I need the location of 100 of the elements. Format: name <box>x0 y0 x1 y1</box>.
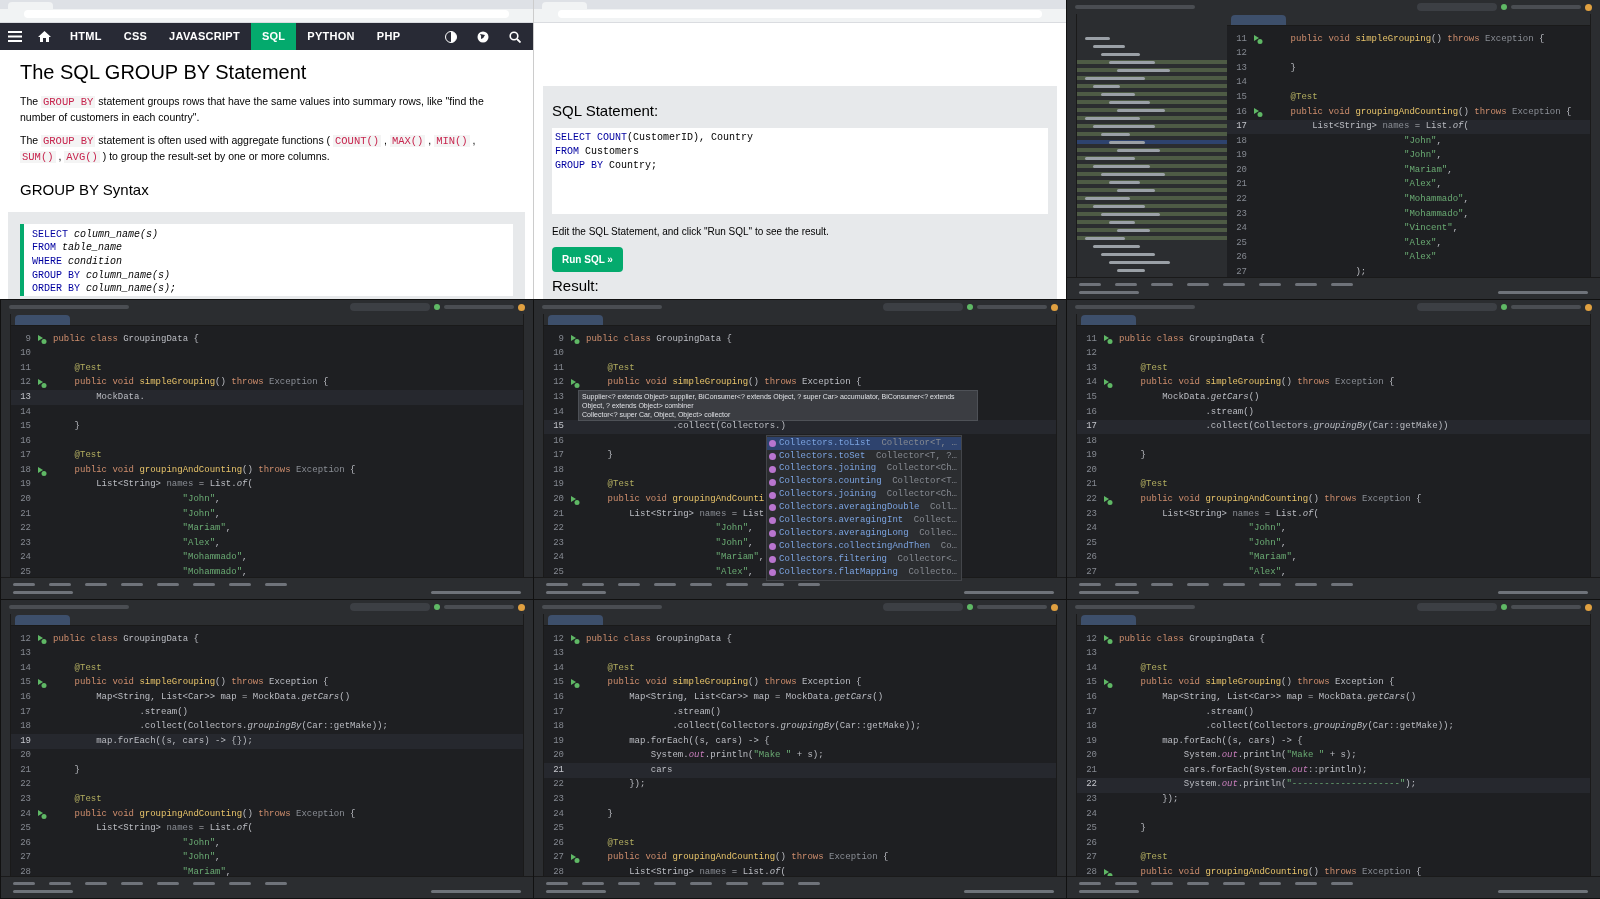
line-number: 17 <box>552 449 564 463</box>
run-icon[interactable] <box>1103 867 1113 876</box>
completion-item[interactable]: Collectors.filtering Collector<… <box>767 553 961 566</box>
line-number: 27 <box>1085 566 1097 577</box>
run-icon[interactable] <box>1103 494 1113 505</box>
run-icon[interactable] <box>570 678 580 689</box>
nav-link[interactable]: PYTHON <box>296 23 366 50</box>
line-number: 27 <box>552 851 564 865</box>
run-icon[interactable] <box>1253 107 1263 118</box>
line-number: 12 <box>552 376 564 390</box>
code-line: public void groupingAndCounting() throws Exception { <box>1139 866 1422 876</box>
run-icon[interactable] <box>37 809 47 820</box>
code-line: "Mohammado", <box>181 566 248 577</box>
code-line: public void simpleGrouping() throws Exception { <box>1289 32 1545 46</box>
run-icon[interactable] <box>37 678 47 689</box>
completion-type: Collect… <box>913 514 958 528</box>
line-number: 17 <box>19 449 31 463</box>
line-number: 16 <box>552 434 564 448</box>
line-number: 14 <box>19 405 31 419</box>
line-number: 22 <box>552 778 564 792</box>
code-line: FROM table_name <box>32 241 124 255</box>
code-line: public void groupingAndCounting() throws Exception { <box>606 851 889 865</box>
line-number: 13 <box>552 390 564 404</box>
run-icon[interactable] <box>1103 378 1113 389</box>
menu-icon[interactable] <box>8 31 22 42</box>
line-number: 12 <box>552 632 564 646</box>
contrast-icon[interactable] <box>445 30 457 43</box>
project-tree[interactable] <box>1077 14 1227 277</box>
line-number: 24 <box>19 551 31 565</box>
completion-item[interactable]: Collectors.joining Collector<Ch… <box>767 488 961 502</box>
line-number: 13 <box>1085 361 1097 375</box>
nav-link[interactable]: JAVASCRIPT <box>158 23 251 50</box>
code-line: "John", <box>181 493 221 507</box>
line-number: 26 <box>552 836 564 850</box>
completion-item[interactable]: Collectors.toList Collector<T, … <box>767 437 961 450</box>
completion-item[interactable]: Collectors.averagingInt Collect… <box>767 514 961 528</box>
line-number: 19 <box>19 734 31 748</box>
line-number: 15 <box>1235 90 1247 104</box>
code-line: List<String> names = List.of( <box>628 866 786 876</box>
code-line: } <box>606 807 613 821</box>
code-line: Map<String, List<Car>> map = MockData.getCars() <box>95 690 351 704</box>
line-number: 15 <box>1085 676 1097 690</box>
completion-item[interactable]: Collectors.flatMapping Collecto… <box>767 565 961 579</box>
nav-link[interactable]: SQL <box>250 23 297 50</box>
line-number: 22 <box>19 778 31 792</box>
run-icon[interactable] <box>1103 678 1113 689</box>
run-icon[interactable] <box>1103 334 1113 345</box>
run-icon[interactable] <box>37 334 47 345</box>
line-number: 24 <box>552 807 564 821</box>
run-icon[interactable] <box>570 853 580 864</box>
nav-link[interactable]: PHP <box>365 23 412 50</box>
run-icon[interactable] <box>570 378 580 389</box>
code-line: @Test <box>73 661 102 675</box>
line-number: 10 <box>552 347 564 361</box>
run-icon[interactable] <box>570 494 580 505</box>
instruction-text: Edit the SQL Statement, and click "Run SQL" to see the result. <box>552 224 829 239</box>
home-icon[interactable] <box>38 31 51 42</box>
completion-item[interactable]: Collectors.toSet Collector<T, ?… <box>767 449 961 463</box>
code-line: @Test <box>73 361 102 375</box>
line-number: 23 <box>1235 207 1247 221</box>
run-sql-button[interactable]: Run SQL » <box>552 246 623 272</box>
run-icon[interactable] <box>1253 34 1263 45</box>
line-number: 25 <box>19 822 31 836</box>
completion-item[interactable]: Collectors.averagingDouble Coll… <box>767 501 961 515</box>
line-number: 25 <box>552 822 564 836</box>
completion-name: Collectors.counting <box>779 475 882 489</box>
line-number: 21 <box>19 507 31 521</box>
code-line: public class GroupingData { <box>1119 332 1265 346</box>
code-line: List<String> names = List <box>628 507 765 521</box>
line-number: 19 <box>552 734 564 748</box>
run-icon[interactable] <box>1103 634 1113 645</box>
completion-item[interactable]: Collectors.counting Collector<T… <box>767 475 961 489</box>
sql-editor[interactable]: SELECT COUNT(CustomerID), Country FROM Customers GROUP BY Country; <box>552 127 1048 214</box>
code-line: GROUP BY Country; <box>555 158 659 173</box>
line-number: 14 <box>1235 76 1247 90</box>
code-line: public class GroupingData { <box>1119 632 1265 646</box>
run-icon[interactable] <box>570 634 580 645</box>
run-icon[interactable] <box>37 378 47 389</box>
code-line: .collect(Collectors.groupingBy(Car::getMake)); <box>138 720 388 734</box>
code-line: map.forEach((s, cars) -> {}); <box>95 734 253 748</box>
code-line: MockData. <box>95 390 145 404</box>
run-icon[interactable] <box>37 634 47 645</box>
completion-item[interactable]: Collectors.collectingAndThen Co… <box>767 540 961 553</box>
completion-type: Collector<Ch… <box>886 462 958 476</box>
nav-link[interactable]: HTML <box>59 23 113 50</box>
completion-name: Collectors.averagingLong <box>779 526 909 540</box>
line-number: 28 <box>1085 866 1097 876</box>
code-line: } <box>1139 449 1146 463</box>
code-line: List<String> names = List.of( <box>95 822 253 836</box>
line-number: 21 <box>1085 478 1097 492</box>
search-icon[interactable] <box>509 30 521 43</box>
run-icon[interactable] <box>570 334 580 345</box>
completion-item[interactable]: Collectors.joining Collector<Ch… <box>767 462 961 476</box>
line-number: 17 <box>552 705 564 719</box>
line-number: 17 <box>1085 420 1097 434</box>
run-icon[interactable] <box>37 465 47 476</box>
nav-link[interactable]: CSS <box>112 23 159 50</box>
completion-item[interactable]: Collectors.averagingLong Collec… <box>767 527 961 541</box>
line-number: 23 <box>552 793 564 807</box>
line-number: 20 <box>1085 463 1097 477</box>
